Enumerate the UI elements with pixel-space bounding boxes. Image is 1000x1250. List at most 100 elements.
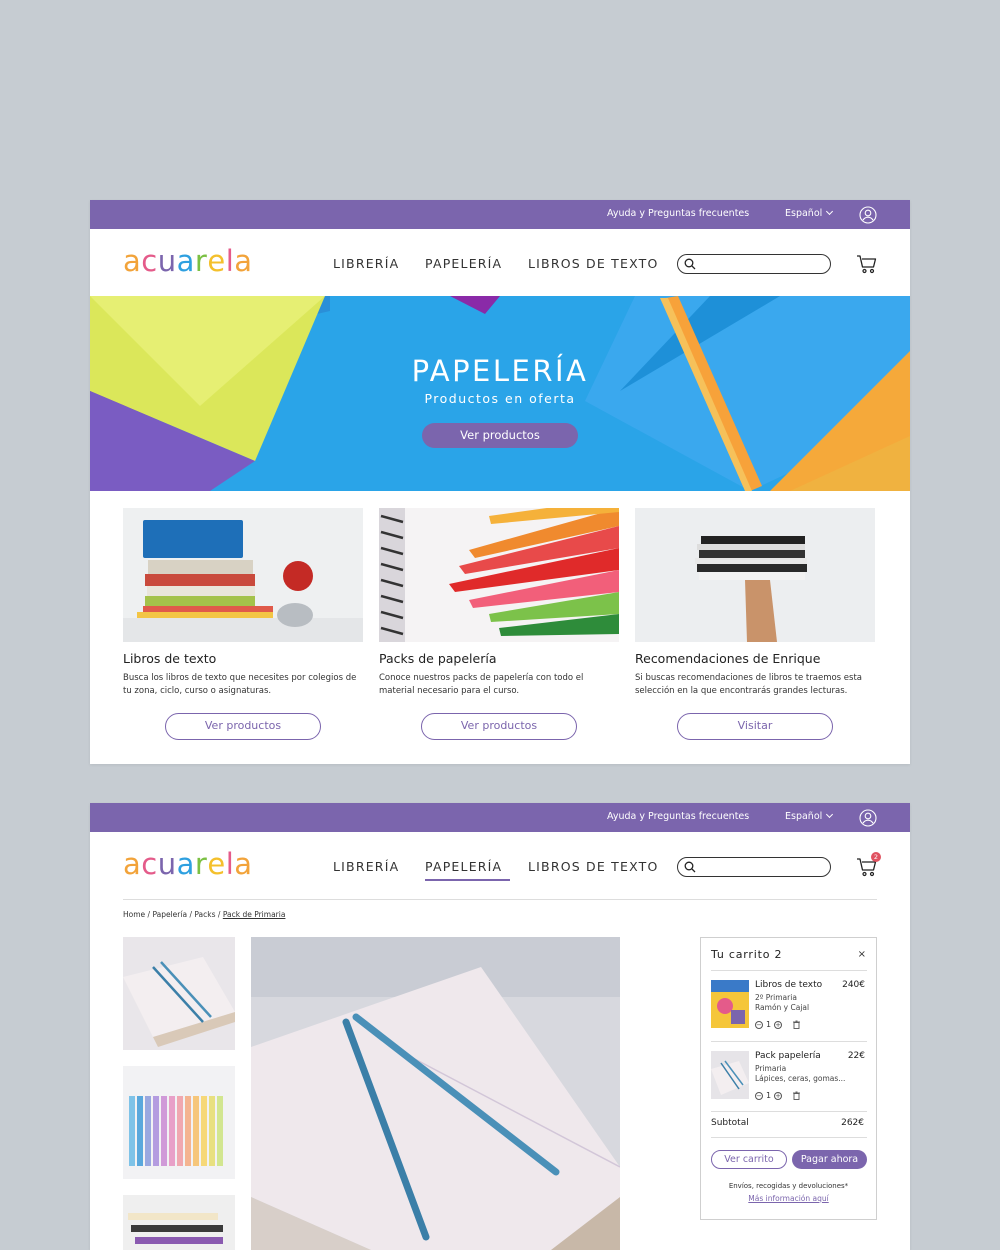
- logo-letter: c: [141, 847, 158, 881]
- product-thumbnail[interactable]: [123, 1066, 235, 1179]
- search-input[interactable]: [677, 254, 831, 274]
- card-button[interactable]: Visitar: [677, 713, 833, 740]
- nav-item-libreria[interactable]: LIBRERÍA: [333, 859, 425, 874]
- logo[interactable]: acuarela: [123, 847, 253, 881]
- card-image-books: [123, 508, 363, 642]
- header: acuarela LIBRERÍA PAPELERÍA LIBROS DE TE…: [90, 832, 910, 899]
- card-description: Busca los libros de texto que necesites …: [123, 673, 357, 696]
- main-nav: LIBRERÍA PAPELERÍA LIBROS DE TEXTO: [333, 256, 659, 271]
- cart-item-thumbnail: [711, 980, 749, 1028]
- trash-icon[interactable]: [792, 1020, 801, 1029]
- logo-letter: r: [194, 847, 208, 881]
- cart-title: Tu carrito 2: [711, 948, 783, 961]
- quantity-value: 1: [766, 1020, 772, 1029]
- cart-item-name: Libros de texto: [755, 980, 823, 990]
- card-image-pencils: [379, 508, 619, 642]
- cart-item: Libros de texto 240€ 2º Primaria Ramón y …: [711, 980, 867, 1035]
- product-main-image[interactable]: [251, 937, 620, 1250]
- nav-item-libreria[interactable]: LIBRERÍA: [333, 256, 425, 271]
- cart-count-badge: 2: [871, 852, 881, 862]
- plus-icon[interactable]: +: [774, 1020, 783, 1029]
- cart-divider: [711, 970, 867, 971]
- breadcrumb-path[interactable]: Home / Papelería / Packs /: [123, 910, 223, 919]
- help-link[interactable]: Ayuda y Preguntas frecuentes: [607, 208, 749, 219]
- logo-letter: a: [123, 244, 142, 278]
- cart-divider: [711, 1041, 867, 1042]
- shipping-note: Envíos, recogidas y devoluciones*: [728, 1182, 849, 1190]
- logo-letter: u: [157, 244, 177, 278]
- quantity-value: 1: [766, 1091, 772, 1100]
- nav-item-libros-de-texto[interactable]: LIBROS DE TEXTO: [528, 256, 659, 271]
- hero-subtitle: Productos en oferta: [424, 391, 576, 406]
- minus-icon[interactable]: −: [755, 1091, 763, 1100]
- card-title: Libros de texto: [123, 651, 217, 666]
- logo-letter: a: [234, 244, 253, 278]
- card-description: Si buscas recomendaciones de libros te t…: [635, 673, 863, 696]
- product-thumbnail[interactable]: [123, 937, 235, 1050]
- cart-item-price: 240€: [842, 980, 865, 990]
- category-cards: Libros de texto Busca los libros de text…: [123, 508, 877, 748]
- user-icon[interactable]: [859, 809, 877, 827]
- hero-cta-button[interactable]: Ver productos: [422, 423, 578, 448]
- card-packs-papeleria: Packs de papelería Conoce nuestros packs…: [379, 508, 619, 740]
- nav-item-libros-de-texto[interactable]: LIBROS DE TEXTO: [528, 859, 659, 874]
- logo-letter: l: [225, 244, 235, 278]
- card-button[interactable]: Ver productos: [421, 713, 577, 740]
- logo-letter: a: [234, 847, 253, 881]
- breadcrumb-current[interactable]: Pack de Primaria: [223, 910, 286, 919]
- logo-letter: e: [207, 847, 226, 881]
- cart-item-detail: Lápices, ceras, gomas...: [755, 1074, 846, 1083]
- cart-item-details: Primaria Lápices, ceras, gomas...: [755, 1064, 845, 1084]
- quantity-stepper: −1 +: [755, 1091, 801, 1100]
- plus-icon[interactable]: +: [774, 1091, 783, 1100]
- close-icon[interactable]: ×: [858, 949, 866, 960]
- card-button[interactable]: Ver productos: [165, 713, 321, 740]
- cart-item-detail: Ramón y Cajal: [755, 1003, 810, 1012]
- chevron-down-icon: [826, 810, 834, 819]
- logo-letter: c: [141, 244, 158, 278]
- top-bar: Ayuda y Preguntas frecuentes Español: [90, 803, 910, 832]
- product-thumbnail[interactable]: [123, 1195, 235, 1250]
- help-link[interactable]: Ayuda y Preguntas frecuentes: [607, 811, 749, 822]
- more-info-link[interactable]: Más información aquí: [701, 1194, 876, 1203]
- logo-letter: a: [123, 847, 142, 881]
- main-nav: LIBRERÍA PAPELERÍA LIBROS DE TEXTO: [333, 859, 659, 881]
- search-input[interactable]: [677, 857, 831, 877]
- language-label: Español: [785, 811, 823, 822]
- homepage-frame: Ayuda y Preguntas frecuentes Español acu…: [90, 200, 910, 764]
- logo-letter: e: [207, 244, 226, 278]
- language-selector[interactable]: Español: [785, 810, 834, 822]
- trash-icon[interactable]: [792, 1091, 801, 1100]
- card-title: Packs de papelería: [379, 651, 497, 666]
- card-recomendaciones: Recomendaciones de Enrique Si buscas rec…: [635, 508, 875, 740]
- subtotal-label: Subtotal: [711, 1118, 749, 1128]
- logo-letter: u: [157, 847, 177, 881]
- nav-item-papeleria[interactable]: PAPELERÍA: [425, 859, 528, 881]
- header: acuarela LIBRERÍA PAPELERÍA LIBROS DE TE…: [90, 229, 910, 296]
- cart-item-name: Pack papelería: [755, 1051, 821, 1061]
- search-icon: [684, 861, 696, 873]
- minus-icon[interactable]: −: [755, 1020, 763, 1029]
- card-description: Conoce nuestros packs de papelería con t…: [379, 673, 584, 696]
- hero-banner: PAPELERÍA Productos en oferta Ver produc…: [90, 296, 910, 491]
- top-bar: Ayuda y Preguntas frecuentes Español: [90, 200, 910, 229]
- pay-now-button[interactable]: Pagar ahora: [792, 1150, 867, 1169]
- language-label: Español: [785, 208, 823, 219]
- product-page-frame: Ayuda y Preguntas frecuentes Español acu…: [90, 803, 910, 1250]
- logo-letter: l: [225, 847, 235, 881]
- cart-item-price: 22€: [847, 1051, 865, 1061]
- card-title: Recomendaciones de Enrique: [635, 651, 821, 666]
- cart-icon[interactable]: [856, 253, 878, 275]
- card-image-book-stack: [635, 508, 875, 642]
- cart-divider: [711, 1111, 867, 1112]
- cart-item-detail: Primaria: [755, 1064, 787, 1073]
- language-selector[interactable]: Español: [785, 207, 834, 219]
- logo-letter: a: [176, 244, 195, 278]
- nav-item-papeleria[interactable]: PAPELERÍA: [425, 256, 528, 271]
- view-cart-button[interactable]: Ver carrito: [711, 1150, 787, 1169]
- logo[interactable]: acuarela: [123, 244, 253, 278]
- logo-letter: a: [176, 847, 195, 881]
- cart-item: Pack papelería 22€ Primaria Lápices, cera…: [711, 1051, 867, 1106]
- user-icon[interactable]: [859, 206, 877, 224]
- cart-panel: Tu carrito 2 × Libros de texto 240€ 2º P…: [700, 937, 877, 1220]
